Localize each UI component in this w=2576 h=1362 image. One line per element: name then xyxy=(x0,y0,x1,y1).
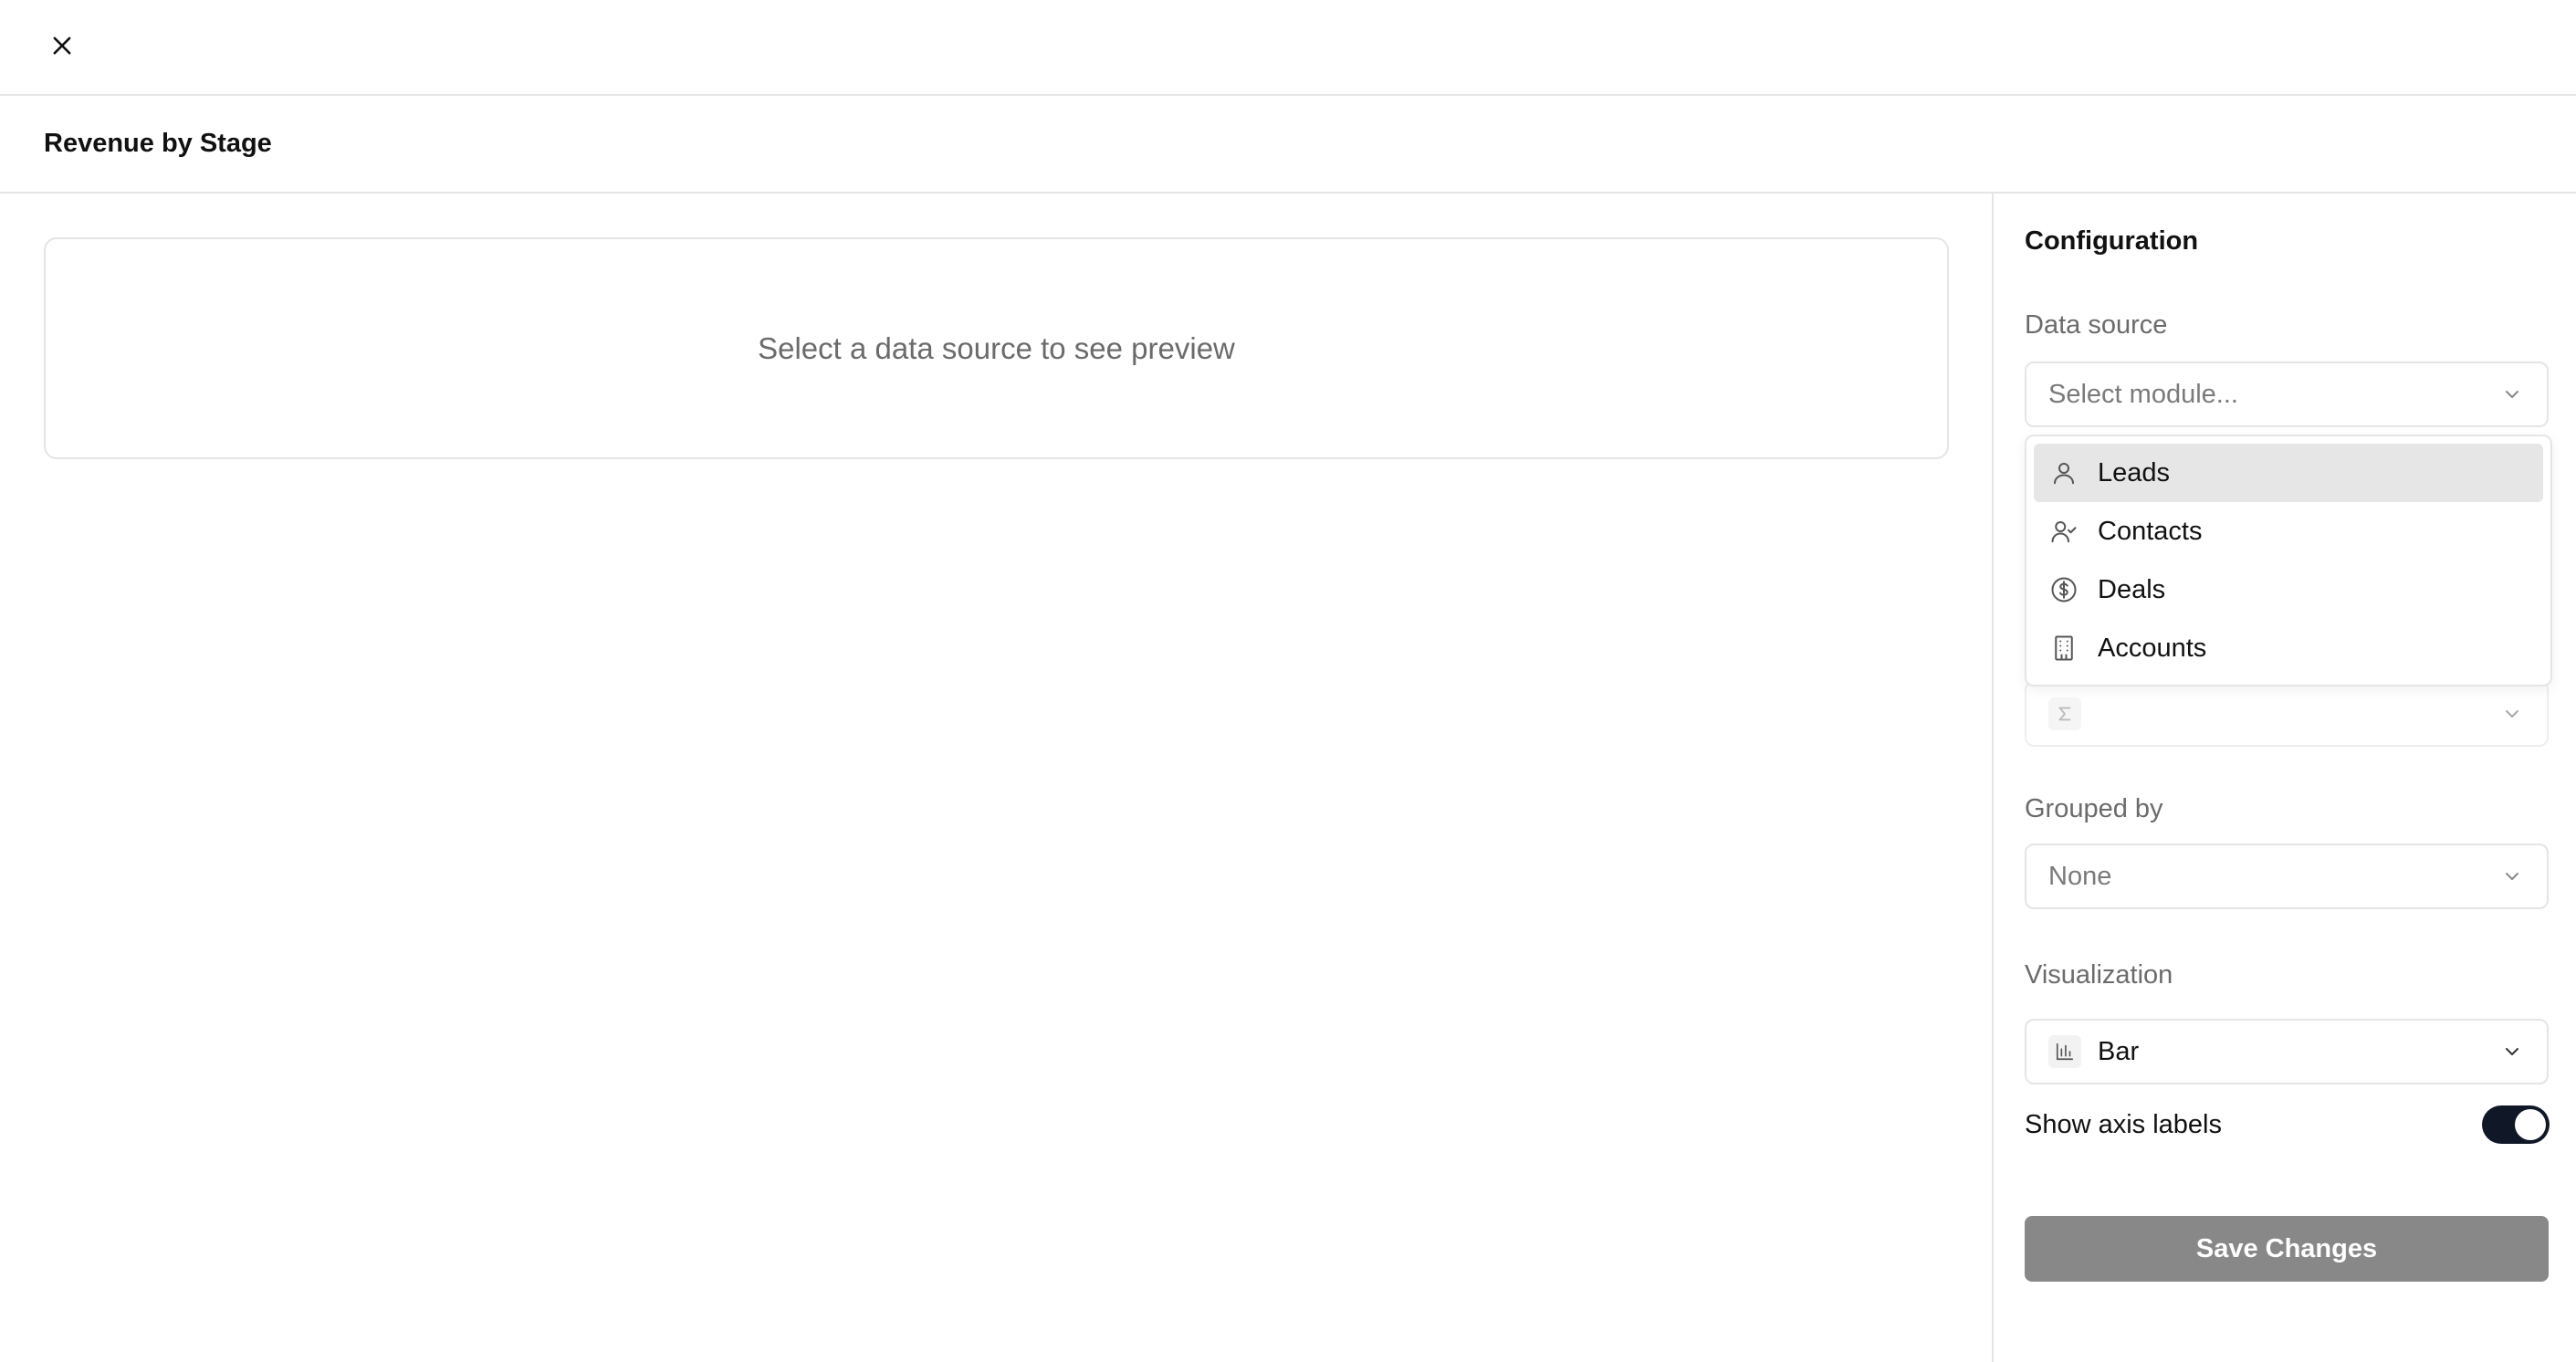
page-title: Revenue by Stage xyxy=(44,129,272,158)
show-axis-labels-label: Show axis labels xyxy=(2025,1110,2222,1139)
title-bar: Revenue by Stage xyxy=(0,96,2576,194)
save-changes-button[interactable]: Save Changes xyxy=(2025,1216,2549,1282)
data-source-placeholder: Select module... xyxy=(2048,379,2238,409)
configuration-panel: Configuration Data source Select module.… xyxy=(1992,194,2576,1362)
data-source-select[interactable]: Select module... xyxy=(2025,361,2549,427)
toggle-knob xyxy=(2515,1109,2546,1140)
configuration-title: Configuration xyxy=(2025,226,2199,256)
menu-item-label: Leads xyxy=(2098,457,2171,487)
menu-item-leads[interactable]: Leads xyxy=(2034,444,2543,502)
sigma-icon xyxy=(2048,697,2081,730)
chevron-down-icon xyxy=(2499,864,2525,889)
data-source-label: Data source xyxy=(2025,310,2168,340)
show-axis-labels-toggle[interactable] xyxy=(2482,1105,2550,1144)
close-icon xyxy=(53,37,71,55)
data-source-dropdown-menu: Leads Contacts Deals Accounts xyxy=(2025,435,2552,686)
preview-card: Select a data source to see preview xyxy=(44,237,1949,459)
visualization-label: Visualization xyxy=(2025,960,2173,990)
preview-area: Select a data source to see preview xyxy=(0,194,1992,1362)
grouped-by-label: Grouped by xyxy=(2025,794,2163,823)
chevron-down-icon xyxy=(2499,1039,2525,1064)
top-bar xyxy=(0,0,2576,96)
menu-item-deals[interactable]: Deals xyxy=(2034,561,2543,619)
chevron-down-icon xyxy=(2499,382,2525,407)
visualization-select[interactable]: Bar xyxy=(2025,1019,2549,1084)
menu-item-accounts[interactable]: Accounts xyxy=(2034,619,2543,677)
preview-empty-message: Select a data source to see preview xyxy=(758,330,1235,365)
user-icon xyxy=(2048,457,2079,488)
bar-chart-icon xyxy=(2048,1035,2081,1068)
building-icon xyxy=(2048,633,2079,664)
menu-item-label: Contacts xyxy=(2098,516,2203,546)
grouped-by-select[interactable]: None xyxy=(2025,843,2549,909)
chevron-down-icon xyxy=(2499,701,2525,727)
grouped-by-value: None xyxy=(2048,861,2112,891)
measure-select[interactable] xyxy=(2025,681,2549,747)
user-check-icon xyxy=(2048,516,2079,547)
visualization-value: Bar xyxy=(2098,1036,2140,1066)
menu-item-label: Accounts xyxy=(2098,633,2207,663)
dollar-circle-icon xyxy=(2048,574,2079,605)
menu-item-label: Deals xyxy=(2098,574,2166,604)
menu-item-contacts[interactable]: Contacts xyxy=(2034,502,2543,561)
close-button[interactable] xyxy=(44,27,80,64)
